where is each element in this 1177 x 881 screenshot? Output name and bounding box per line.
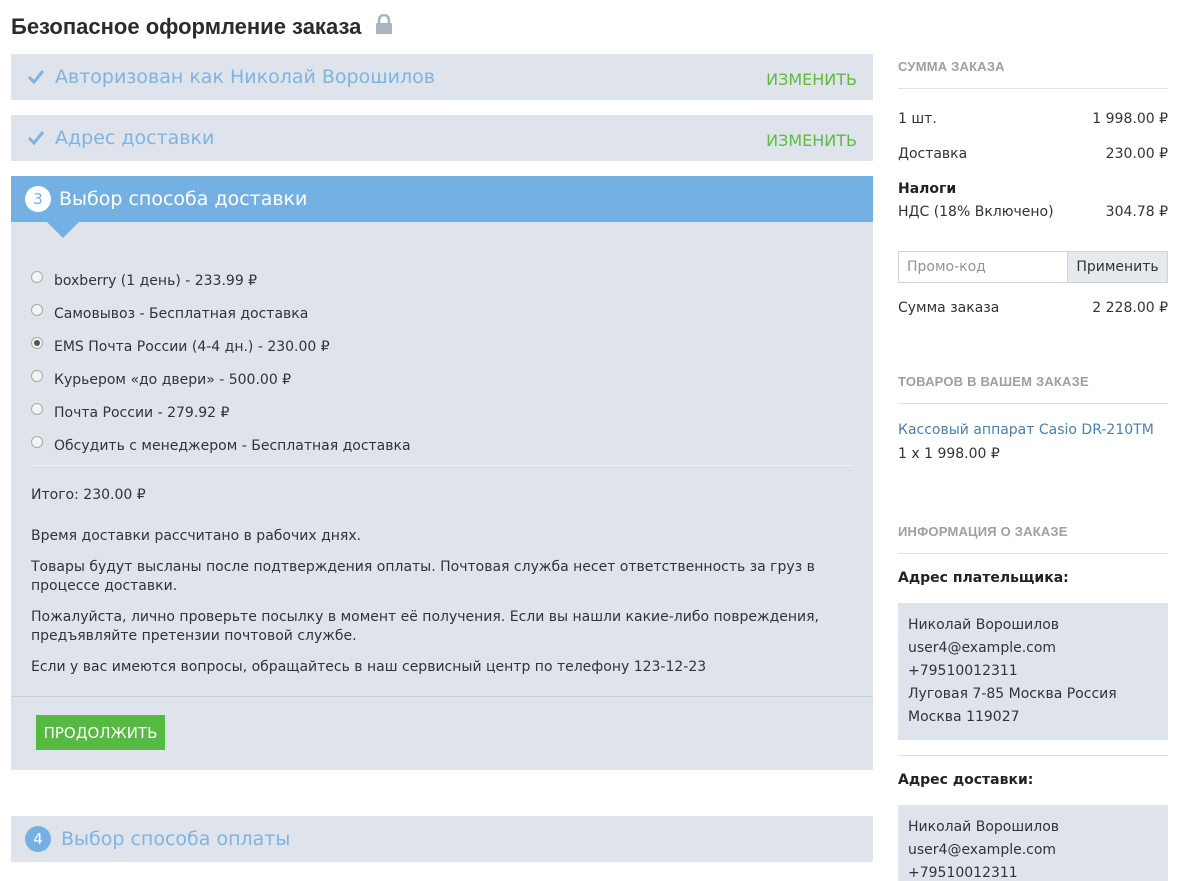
summary-delivery-row: Доставка 230.00 ₽ — [898, 146, 1168, 162]
edit-address-link[interactable]: ИЗМЕНИТЬ — [766, 131, 857, 150]
items-heading: ТОВАРОВ В ВАШЕМ ЗАКАЗЕ — [898, 374, 1089, 389]
shipping-option[interactable]: EMS Почта России (4-4 дн.) - 230.00 ₽ — [31, 330, 411, 363]
step-shipping-header: 3 Выбор способа доставки — [11, 176, 873, 238]
summary-total-label: Сумма заказа — [898, 300, 1000, 316]
shipping-note: Если у вас имеются вопросы, обращайтесь … — [31, 659, 707, 675]
shipping-option[interactable]: Обсудить с менеджером - Бесплатная доста… — [31, 429, 411, 462]
shipping-note: Товары будут высланы после подтверждения… — [31, 559, 815, 594]
step-shipping: 3 Выбор способа доставки boxberry (1 ден… — [11, 176, 873, 770]
lock-icon — [375, 13, 393, 40]
shipping-option[interactable]: boxberry (1 день) - 233.99 ₽ — [31, 264, 411, 297]
shipping-option-label: Обсудить с менеджером - Бесплатная доста… — [54, 437, 411, 454]
shipping-option-label: Курьером «до двери» - 500.00 ₽ — [54, 371, 292, 388]
address-line: Москва 119027 — [908, 709, 1020, 725]
header-pointer — [47, 222, 79, 238]
taxes-heading-text: Налоги — [898, 181, 957, 197]
page-title-text: Безопасное оформление заказа — [11, 14, 362, 39]
payer-address-label: Адрес плательщика: — [898, 570, 1069, 586]
address-line: Николай Ворошилов — [908, 617, 1060, 633]
product-quantity: 1 x 1 998.00 ₽ — [898, 446, 1000, 462]
step-address-title: Адрес доставки — [55, 127, 215, 149]
radio-button[interactable] — [31, 270, 43, 283]
shipping-note: Пожалуйста, лично проверьте посылку в мо… — [31, 609, 820, 644]
shipping-address-box: Николай Ворошилов user4@example.com +795… — [898, 805, 1168, 881]
shipping-address-label: Адрес доставки: — [898, 772, 1034, 788]
divider — [898, 755, 1168, 756]
shipping-option[interactable]: Почта России - 279.92 ₽ — [31, 396, 411, 429]
summary-heading: СУММА ЗАКАЗА — [898, 59, 1005, 74]
check-icon — [27, 68, 45, 86]
radio-button[interactable] — [31, 369, 43, 382]
step-auth-title: Авторизован как Николай Ворошилов — [55, 66, 435, 88]
shipping-option-label: Самовывоз - Бесплатная доставка — [54, 305, 309, 322]
address-line: +79510012311 — [908, 663, 1018, 679]
summary-vat-value: 304.78 ₽ — [1105, 204, 1168, 220]
radio-button-selected[interactable] — [31, 336, 43, 349]
shipping-options: boxberry (1 день) - 233.99 ₽ Самовывоз -… — [31, 264, 411, 462]
divider — [31, 465, 853, 466]
address-line: user4@example.com — [908, 640, 1057, 656]
divider — [898, 403, 1168, 404]
shipping-note: Время доставки рассчитано в рабочих днях… — [31, 528, 362, 544]
divider — [898, 88, 1168, 89]
address-line: Луговая 7-85 Москва Россия — [908, 686, 1117, 702]
step-address: Адрес доставки ИЗМЕНИТЬ — [11, 115, 873, 161]
step-payment-title: Выбор способа оплаты — [61, 828, 291, 850]
step-number-badge: 4 — [25, 826, 51, 852]
step-payment[interactable]: 4 Выбор способа оплаты — [11, 816, 873, 862]
page-title: Безопасное оформление заказа — [11, 13, 393, 40]
address-line: +79510012311 — [908, 865, 1018, 881]
summary-total-value: 2 228.00 ₽ — [1092, 300, 1168, 316]
shipping-option[interactable]: Курьером «до двери» - 500.00 ₽ — [31, 363, 411, 396]
info-heading: ИНФОРМАЦИЯ О ЗАКАЗЕ — [898, 524, 1068, 539]
radio-button[interactable] — [31, 303, 43, 316]
check-icon — [27, 129, 45, 147]
summary-vat-row: НДС (18% Включено) 304.78 ₽ — [898, 204, 1168, 220]
shipping-total: Итого: 230.00 ₽ — [31, 487, 146, 503]
summary-delivery-label: Доставка — [898, 146, 968, 162]
shipping-option-label: boxberry (1 день) - 233.99 ₽ — [54, 272, 258, 289]
summary-delivery-value: 230.00 ₽ — [1105, 146, 1168, 162]
shipping-option[interactable]: Самовывоз - Бесплатная доставка — [31, 297, 411, 330]
taxes-heading: Налоги — [898, 181, 1168, 197]
edit-auth-link[interactable]: ИЗМЕНИТЬ — [766, 70, 857, 89]
shipping-option-label: EMS Почта России (4-4 дн.) - 230.00 ₽ — [54, 338, 330, 355]
radio-button[interactable] — [31, 435, 43, 448]
summary-items-label: 1 шт. — [898, 111, 937, 127]
summary-items-value: 1 998.00 ₽ — [1092, 111, 1168, 127]
step-number-badge: 3 — [25, 186, 51, 212]
address-line: Николай Ворошилов — [908, 819, 1060, 835]
shipping-option-label: Почта России - 279.92 ₽ — [54, 404, 230, 421]
divider — [11, 696, 873, 697]
promo-code-input[interactable] — [898, 251, 1068, 283]
radio-button[interactable] — [31, 402, 43, 415]
step-auth: Авторизован как Николай Ворошилов ИЗМЕНИ… — [11, 54, 873, 100]
summary-vat-label: НДС (18% Включено) — [898, 204, 1054, 220]
summary-items-row: 1 шт. 1 998.00 ₽ — [898, 111, 1168, 127]
summary-total-row: Сумма заказа 2 228.00 ₽ — [898, 300, 1168, 316]
product-link[interactable]: Кассовый аппарат Casio DR-210TM — [898, 422, 1154, 438]
continue-button[interactable]: ПРОДОЛЖИТЬ — [36, 715, 165, 750]
address-line: user4@example.com — [908, 842, 1057, 858]
step-shipping-title: Выбор способа доставки — [59, 188, 308, 210]
divider — [898, 553, 1168, 554]
payer-address-box: Николай Ворошилов user4@example.com +795… — [898, 603, 1168, 740]
apply-promo-button[interactable]: Применить — [1068, 251, 1168, 283]
promo-form: Применить — [898, 251, 1168, 283]
